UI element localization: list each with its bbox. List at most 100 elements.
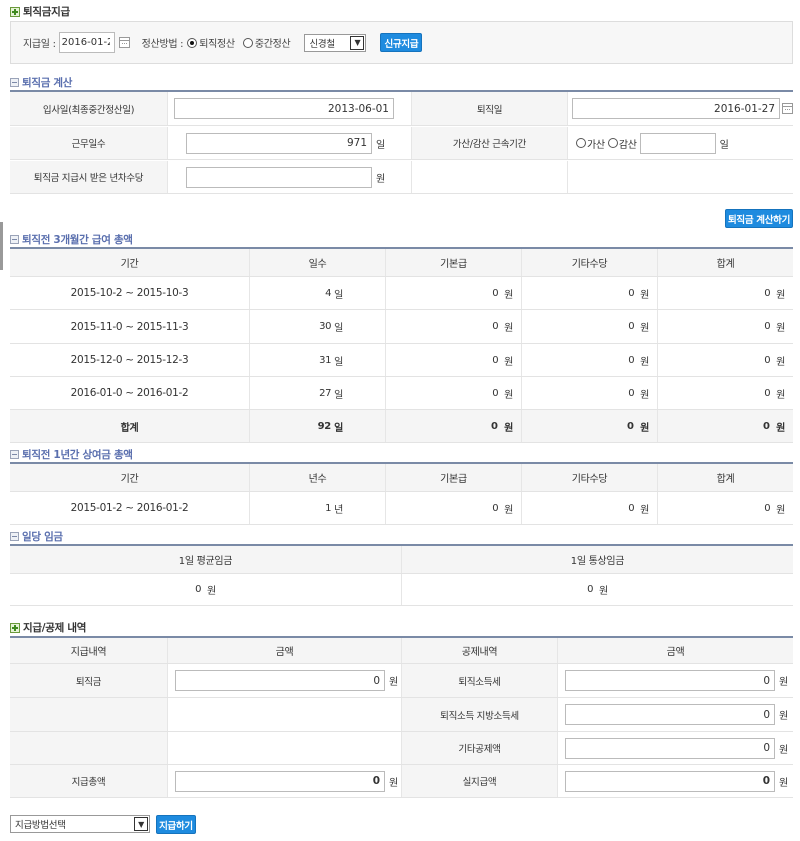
days-cell: 30 일 [250,310,386,343]
chevron-down-icon: ▼ [350,35,365,50]
total-etc-cell: 0 원 [522,410,658,442]
table-row: 2016-01-0 ~ 2016-01-2 27 일 0 원 0 원 0 원 [10,377,793,410]
retire-date-input[interactable] [572,98,781,119]
total-pay-unit: 원 [389,777,398,789]
daily-avg-value: 0 [195,584,202,595]
workdays-cell: 일 [168,127,412,159]
total-sum-value: 0 [763,420,770,432]
pay3-total-row: 합계 92 일 0 원 0 원 0 원 [10,410,793,443]
years-unit: 년 [334,504,343,516]
total-days-cell: 92 일 [250,410,386,442]
local-tax-unit: 원 [779,711,788,722]
header-deduct-amount: 금액 [666,647,685,658]
bonus-header-etc: 기타수당 [522,464,658,491]
etc-value: 0 [628,287,635,299]
base-cell: 0 원 [386,344,522,376]
chevron-down-icon: ▼ [134,817,148,831]
daily-avg-label: 1일 평균임금 [10,546,402,573]
bonus-section-title-row: 퇴직전 1년간 상여금 총액 [10,447,133,462]
retire-pay-unit: 원 [389,677,398,688]
etc-value: 0 [628,502,635,514]
pay3-header-base: 기본급 [386,249,522,276]
bonus-header-years: 년수 [250,464,386,491]
retire-pay-input[interactable] [175,670,385,691]
base-unit: 원 [504,323,513,334]
period-cell: 2015-11-0 ~ 2015-11-3 [10,310,250,343]
employee-select-value: 신경철 [309,38,335,50]
sum-value: 0 [764,387,771,399]
payment-method-select[interactable]: 지급방법선택 ▼ [10,815,150,833]
calc-row-allowance: 퇴직금 지급시 받은 년차수당 원 [10,161,793,194]
base-value: 0 [492,287,499,299]
total-base-cell: 0 원 [386,410,522,442]
etc-cell: 0 원 [522,344,658,376]
daily-avg-cell: 0 원 [10,574,402,605]
radio-add-label: 가산 [587,139,605,151]
base-cell: 0 원 [386,277,522,309]
pay3-header: 기간 일수 기본급 기타수당 합계 [10,249,793,277]
other-deduct-input[interactable] [565,737,775,759]
workdays-input[interactable] [186,132,372,154]
radio-retire-settlement[interactable] [187,37,198,48]
add-icon [10,6,20,17]
daily-row: 0 원 0 원 [10,574,793,606]
paydeduct-header: 지급내역 금액 공제내역 금액 [10,638,793,664]
new-payment-button[interactable]: 신규지급 [380,33,423,52]
etc-value: 0 [628,387,635,399]
header-deduct-items: 공제내역 [402,638,558,663]
radio-mid-settlement[interactable] [242,37,253,48]
days-cell: 31 일 [250,344,386,376]
pay-date-input[interactable] [58,32,115,53]
local-tax-input[interactable] [565,704,775,725]
section-icon [10,235,19,244]
radio-mid-label: 중간정산 [254,39,291,50]
workdays-unit: 일 [376,139,385,151]
pay-button[interactable]: 지급하기 [156,815,196,834]
radio-subtract[interactable] [607,138,618,148]
employee-select[interactable]: 신경철 ▼ [304,33,367,52]
filter-bar: 지급일 : 정산방법 : 퇴직정산 중간정산 신경철 ▼ 신규지급 [10,21,793,64]
paydeduct-row: 지급총액 원 실지급액 원 [10,765,793,798]
total-base-unit: 원 [504,422,513,434]
sum-unit: 원 [776,504,785,516]
calculate-retirement-button[interactable]: 퇴직금 계산하기 [725,209,793,228]
net-pay-label: 실지급액 [402,765,558,797]
calendar-icon[interactable] [118,37,130,48]
addsub-days-input[interactable] [639,132,716,154]
radio-subtract-label: 감산 [618,139,637,151]
retire-date-label: 퇴직일 [412,92,568,125]
income-tax-input[interactable] [565,670,775,691]
calendar-icon[interactable] [782,103,793,114]
bonus-header-base: 기본급 [386,464,522,491]
radio-add[interactable] [576,138,586,148]
allowance-input[interactable] [186,166,372,188]
total-pay-input[interactable] [175,770,385,792]
total-days-value: 92 [317,420,332,432]
income-tax-unit: 원 [779,677,788,688]
net-pay-input[interactable] [565,770,775,792]
days-unit: 일 [334,389,343,401]
retire-pay-label: 퇴직금 [10,664,168,697]
pay3-header-days: 일수 [250,249,386,276]
paydeduct-row: 기타공제액 원 [10,732,793,765]
allowance-unit: 원 [376,173,385,185]
sum-value: 0 [764,321,771,332]
sum-unit: 원 [776,356,785,368]
join-date-input[interactable] [174,98,394,119]
income-tax-cell: 원 [558,664,793,697]
side-handle [0,222,3,270]
paydeduct-section-title-row: 지급/공제 내역 [10,620,86,635]
etc-unit: 원 [640,389,649,401]
base-cell: 0 원 [386,377,522,409]
empty-cell [412,161,568,193]
table-row: 2015-11-0 ~ 2015-11-3 30 일 0 원 0 원 0 원 [10,310,793,344]
daily-avg-unit: 원 [206,586,216,597]
section-icon [10,78,19,87]
retire-date-cell [568,92,793,125]
bonus-header-period: 기간 [10,464,250,491]
etc-value: 0 [628,321,635,332]
days-unit: 일 [334,323,343,334]
header-pay-items: 지급내역 [10,638,168,663]
days-value: 30 [319,321,332,332]
period-cell: 2016-01-0 ~ 2016-01-2 [10,377,250,409]
